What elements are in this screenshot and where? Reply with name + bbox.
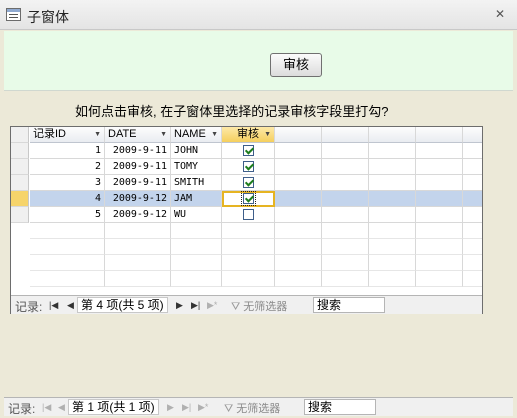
previous-record-icon[interactable]: ◀ — [58, 402, 65, 413]
question-label: 如何点击审核, 在子窗体里选择的记录审核字段里打勾? — [75, 104, 389, 119]
cell-date[interactable]: 2009-9-11 — [105, 175, 171, 191]
cell-audit — [222, 159, 275, 175]
window-title: 子窗体 — [27, 9, 69, 25]
column-header-empty — [369, 127, 416, 143]
table-row[interactable]: 2 2009-9-11 TOMY — [11, 159, 482, 175]
form-icon — [6, 8, 21, 21]
next-record-icon[interactable]: ▶ — [167, 402, 174, 413]
cell-name[interactable]: SMITH — [171, 175, 222, 191]
record-position-field[interactable]: 第 4 项(共 5 项) — [77, 297, 168, 313]
new-record-icon[interactable]: ▶* — [207, 300, 217, 311]
audit-checkbox[interactable] — [242, 145, 254, 156]
column-header-empty — [463, 127, 482, 143]
record-selector[interactable] — [11, 175, 29, 191]
header-row: 记录ID ▼ DATE ▼ NAME ▼ 审核 ▼ — [11, 127, 482, 143]
cell-id[interactable]: 4 — [30, 191, 105, 207]
main-record-navigator: 记录: |◀ ◀ 第 1 项(共 1 项) ▶ ▶| ▶* ⛛ 无筛选器 搜索 — [4, 397, 513, 416]
column-header-label: 记录ID — [33, 128, 66, 140]
column-header-id[interactable]: 记录ID ▼ — [30, 127, 105, 143]
column-header-label: DATE — [108, 128, 137, 140]
search-input[interactable]: 搜索 — [304, 399, 376, 415]
audit-checkbox[interactable] — [242, 177, 254, 188]
search-input[interactable]: 搜索 — [313, 297, 385, 313]
dropdown-arrow-icon[interactable]: ▼ — [160, 127, 167, 142]
last-record-icon[interactable]: ▶| — [191, 300, 200, 311]
first-record-icon[interactable]: |◀ — [49, 300, 58, 311]
record-selector[interactable] — [11, 159, 29, 175]
cell-name[interactable]: JOHN — [171, 143, 222, 159]
cell-name[interactable]: JAM — [171, 191, 222, 207]
cell-id[interactable]: 2 — [30, 159, 105, 175]
column-header-date[interactable]: DATE ▼ — [105, 127, 171, 143]
cell-date[interactable]: 2009-9-12 — [105, 207, 171, 223]
funnel-icon: ⛛ — [231, 301, 241, 313]
table-row-selected[interactable]: 4 2009-9-12 JAM — [11, 191, 482, 207]
select-all-corner[interactable] — [11, 127, 29, 143]
filter-label: 无筛选器 — [243, 301, 288, 313]
table-row[interactable]: 3 2009-9-11 SMITH — [11, 175, 482, 191]
cell-audit — [222, 191, 275, 207]
cell-date[interactable]: 2009-9-12 — [105, 191, 171, 207]
cell-audit — [222, 175, 275, 191]
datasheet-grid: 记录ID ▼ DATE ▼ NAME ▼ 审核 ▼ 1 2009-9-11 JOHN 2… — [11, 127, 482, 295]
funnel-icon: ⛛ — [224, 403, 234, 415]
cell-id[interactable]: 3 — [30, 175, 105, 191]
cell-audit — [222, 207, 275, 223]
record-selector[interactable] — [11, 143, 29, 159]
cell-name[interactable]: TOMY — [171, 159, 222, 175]
cell-date[interactable]: 2009-9-11 — [105, 143, 171, 159]
last-record-icon[interactable]: ▶| — [182, 402, 191, 413]
cell-audit — [222, 143, 275, 159]
dropdown-arrow-icon[interactable]: ▼ — [211, 127, 218, 142]
audit-checkbox[interactable] — [242, 209, 254, 220]
cell-id[interactable]: 5 — [30, 207, 105, 223]
cell-id[interactable]: 1 — [30, 143, 105, 159]
table-row[interactable]: 1 2009-9-11 JOHN — [11, 143, 482, 159]
column-header-name[interactable]: NAME ▼ — [171, 127, 222, 143]
empty-row — [11, 223, 482, 239]
empty-row — [11, 271, 482, 287]
table-row[interactable]: 5 2009-9-12 WU — [11, 207, 482, 223]
previous-record-icon[interactable]: ◀ — [67, 300, 74, 311]
empty-row — [11, 255, 482, 271]
column-header-audit[interactable]: 审核 ▼ — [222, 127, 275, 143]
cell-name[interactable]: WU — [171, 207, 222, 223]
dropdown-arrow-icon[interactable]: ▼ — [94, 127, 101, 142]
column-header-label: 审核 — [237, 128, 259, 140]
first-record-icon[interactable]: |◀ — [42, 402, 51, 413]
filter-indicator[interactable]: ⛛ 无筛选器 — [224, 400, 280, 416]
audit-button[interactable]: 审核 — [270, 53, 322, 77]
title-bar: 子窗体 ✕ — [0, 0, 517, 30]
dropdown-arrow-icon[interactable]: ▼ — [264, 127, 271, 142]
column-header-empty — [416, 127, 463, 143]
next-record-icon[interactable]: ▶ — [176, 300, 183, 311]
column-header-empty — [322, 127, 369, 143]
cell-date[interactable]: 2009-9-11 — [105, 159, 171, 175]
record-selector[interactable] — [11, 207, 29, 223]
record-label: 记录: — [8, 402, 36, 416]
form-header: 审核 — [4, 31, 513, 91]
subform-datasheet[interactable]: 记录ID ▼ DATE ▼ NAME ▼ 审核 ▼ 1 2009-9-11 JOHN 2… — [10, 126, 483, 314]
column-header-empty — [275, 127, 322, 143]
new-record-icon[interactable]: ▶* — [198, 402, 208, 413]
record-position-field[interactable]: 第 1 项(共 1 项) — [68, 399, 159, 415]
filter-indicator[interactable]: ⛛ 无筛选器 — [231, 298, 287, 314]
audit-checkbox[interactable] — [242, 161, 254, 172]
subform-record-navigator: 记录: |◀ ◀ 第 4 项(共 5 项) ▶ ▶| ▶* ⛛ 无筛选器 搜索 — [11, 295, 482, 314]
audit-checkbox[interactable] — [240, 191, 256, 206]
close-icon[interactable]: ✕ — [493, 7, 507, 21]
record-label: 记录: — [15, 300, 43, 314]
empty-row — [11, 239, 482, 255]
column-header-label: NAME — [174, 128, 206, 140]
record-selector-current[interactable] — [11, 191, 29, 207]
filter-label: 无筛选器 — [236, 403, 281, 415]
